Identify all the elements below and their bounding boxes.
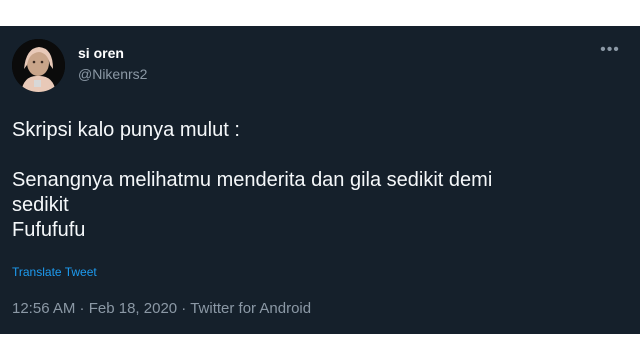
- tweet-date[interactable]: Feb 18, 2020: [89, 300, 177, 317]
- separator: ·: [177, 300, 191, 317]
- tweet-line: Senangnya melihatmu menderita dan gila s…: [12, 169, 493, 191]
- line-break: [12, 143, 622, 168]
- separator: ·: [75, 300, 89, 317]
- tweet-metadata: 12:56 AM · Feb 18, 2020 · Twitter for An…: [12, 300, 311, 317]
- translate-tweet-link[interactable]: Translate Tweet: [12, 265, 97, 279]
- tweet-line: Fufufufu: [12, 219, 86, 241]
- tweet-source[interactable]: Twitter for Android: [190, 300, 311, 317]
- more-options-icon[interactable]: •••: [598, 40, 622, 60]
- tweet-line: Skripsi kalo punya mulut :: [12, 119, 240, 141]
- avatar[interactable]: [12, 39, 65, 92]
- profile-photo-icon: [12, 39, 65, 92]
- display-name[interactable]: si oren: [78, 45, 124, 61]
- tweet-card: si oren @Nikenrs2 ••• Skripsi kalo punya…: [0, 26, 640, 334]
- tweet-time[interactable]: 12:56 AM: [12, 300, 75, 317]
- tweet-text: Skripsi kalo punya mulut : Senangnya mel…: [12, 118, 622, 243]
- user-handle[interactable]: @Nikenrs2: [78, 66, 147, 82]
- tweet-line: sedikit: [12, 194, 69, 216]
